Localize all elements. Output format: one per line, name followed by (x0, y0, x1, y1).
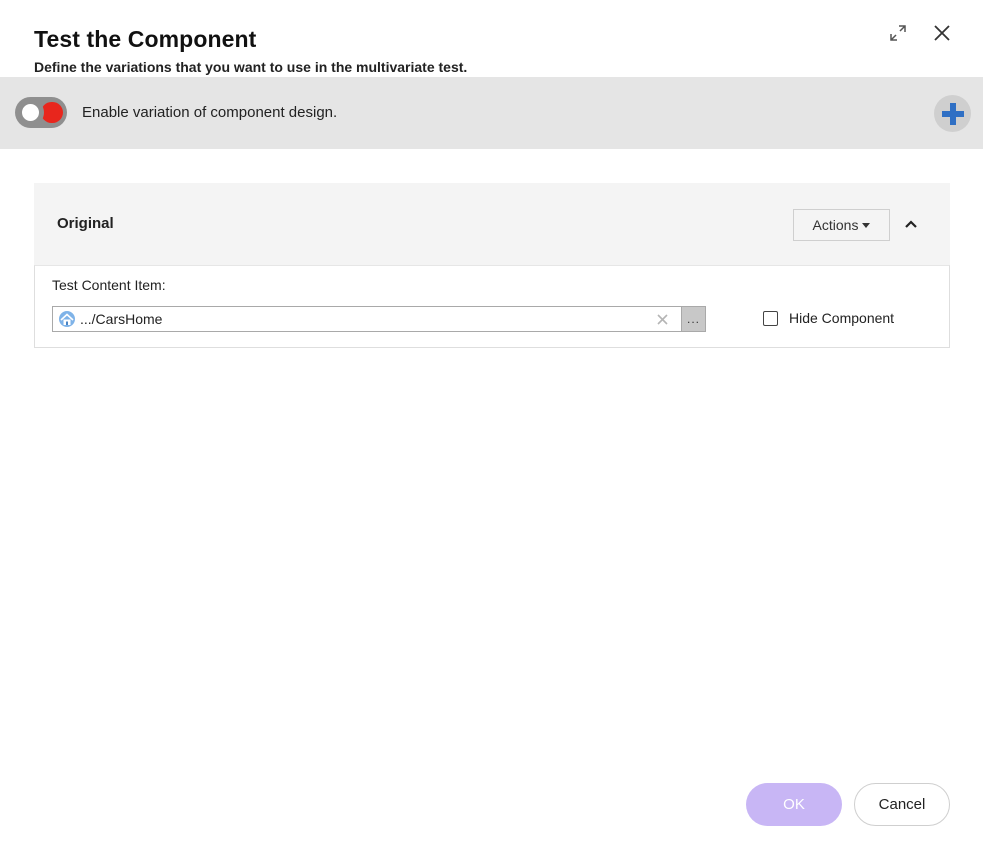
chevron-up-icon (905, 220, 917, 228)
browse-button[interactable]: ... (681, 307, 705, 331)
expand-arrows-icon (890, 25, 906, 41)
toggle-off-indicator (41, 102, 63, 123)
cancel-button[interactable]: Cancel (854, 783, 950, 826)
home-page-icon (59, 311, 75, 327)
test-content-item-field[interactable]: .../CarsHome ... (52, 306, 706, 332)
enable-variation-label: Enable variation of component design. (82, 104, 338, 121)
test-content-item-value: .../CarsHome (80, 311, 163, 327)
plus-icon (941, 102, 964, 125)
test-content-item-label: Test Content Item: (52, 277, 166, 293)
add-variation-button[interactable] (934, 95, 971, 132)
clear-field-button[interactable] (655, 312, 669, 326)
variation-panel-body: Test Content Item: .../CarsHome ... Hide… (34, 265, 950, 348)
variation-title: Original (57, 215, 114, 232)
dialog-subtitle: Define the variations that you want to u… (34, 59, 468, 75)
collapse-panel-button[interactable] (902, 215, 920, 233)
enable-variation-toggle[interactable] (15, 97, 67, 128)
close-button[interactable] (931, 22, 953, 44)
dialog-header: Test the Component Define the variations… (34, 26, 983, 75)
window-controls (887, 22, 953, 44)
maximize-button[interactable] (887, 22, 909, 44)
variation-panel-header: Original Actions (34, 183, 950, 265)
actions-dropdown-button[interactable]: Actions (793, 209, 890, 241)
variation-panel-original: Original Actions Test Content Item: .../… (34, 183, 950, 348)
hide-component-label: Hide Component (789, 310, 895, 326)
enable-variation-band: Enable variation of component design. (0, 77, 983, 149)
hide-component-checkbox[interactable] (763, 310, 778, 326)
close-icon (934, 25, 950, 41)
clear-x-icon (656, 313, 668, 325)
ok-button[interactable]: OK (746, 783, 842, 826)
actions-label: Actions (812, 217, 859, 233)
hide-component-option: Hide Component (763, 310, 894, 326)
caret-down-icon (862, 222, 871, 228)
dialog-title: Test the Component (34, 26, 257, 52)
test-component-dialog: Test the Component Define the variations… (0, 0, 983, 849)
toggle-knob (17, 99, 44, 126)
